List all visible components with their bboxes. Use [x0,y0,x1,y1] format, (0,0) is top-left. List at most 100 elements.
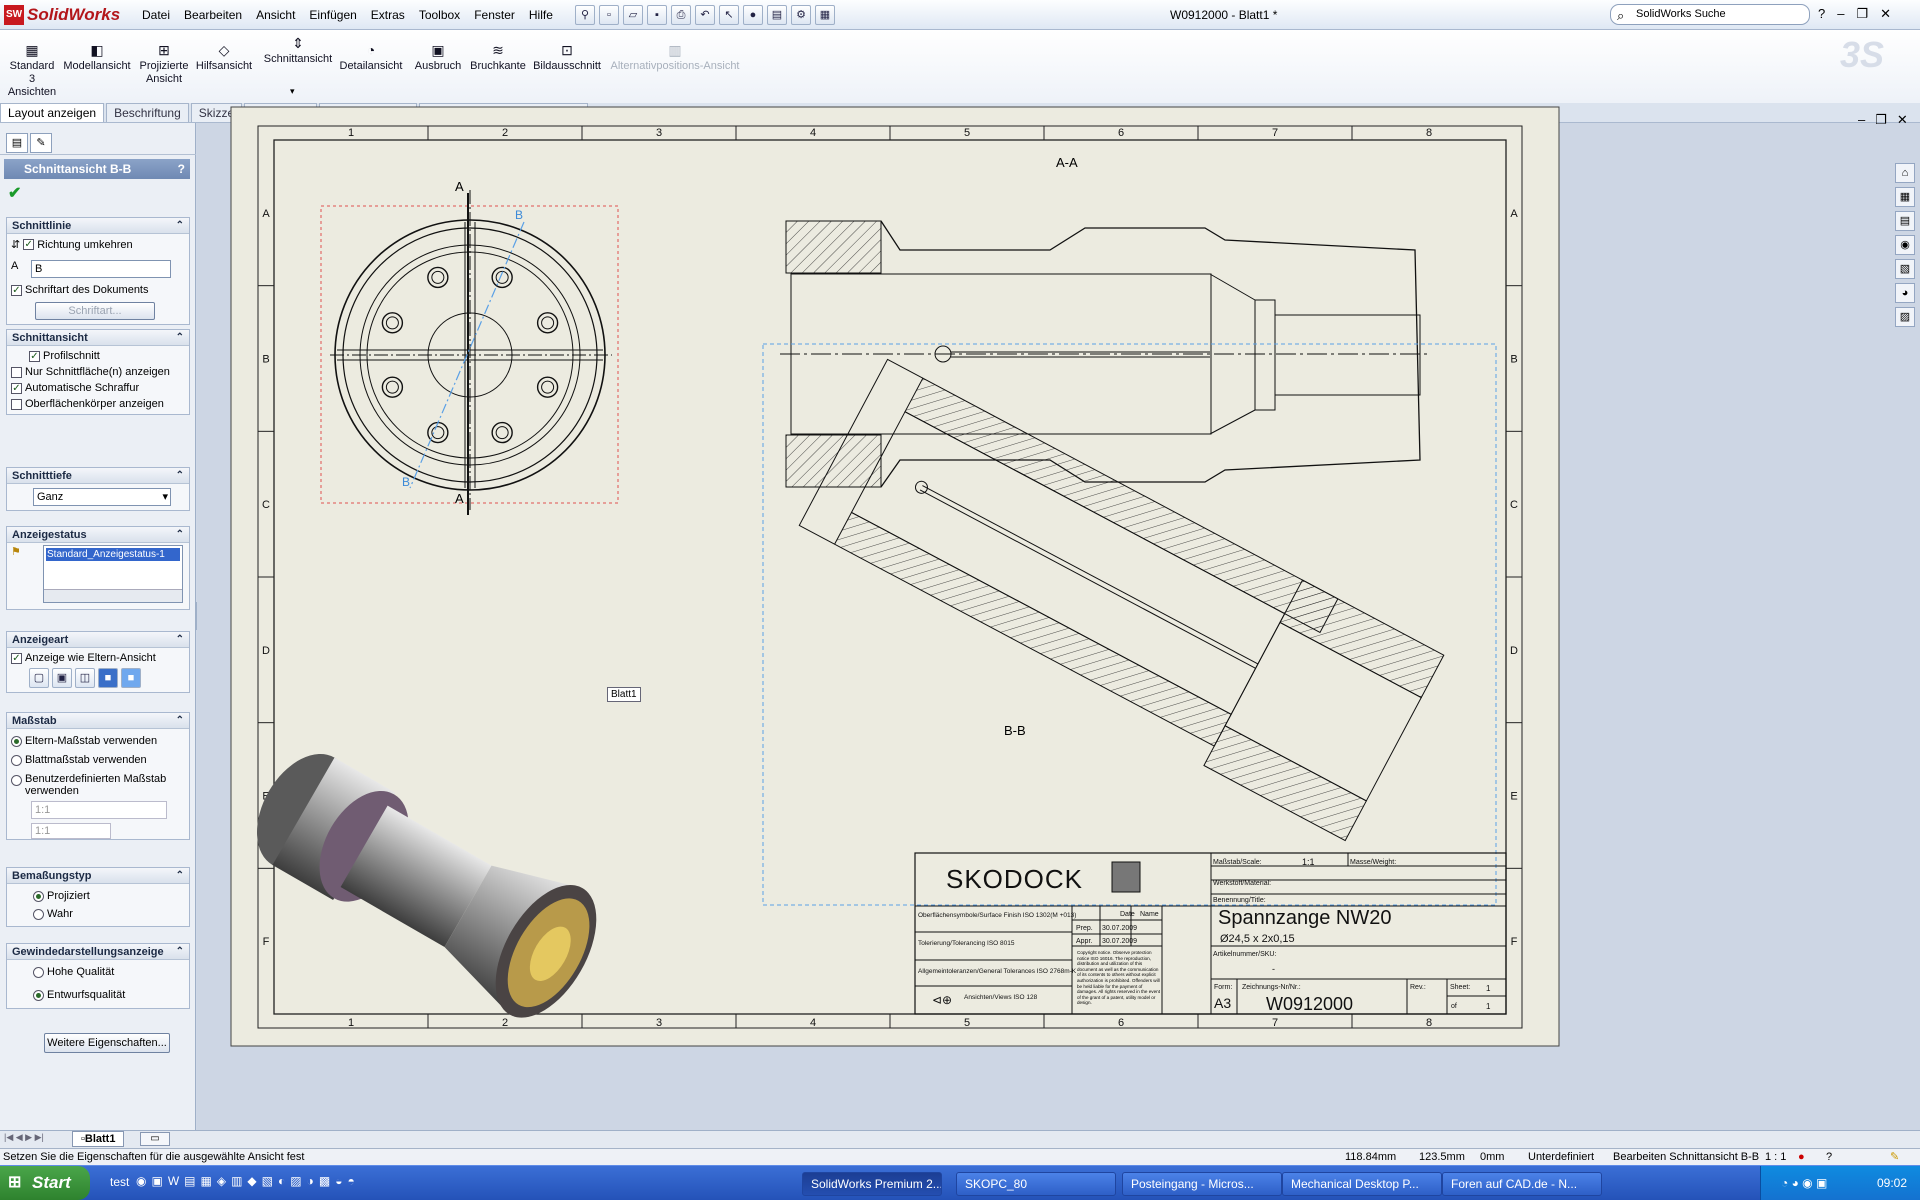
word-icon[interactable]: W [168,1174,179,1188]
drawno-label: Zeichnungs-Nr/Nr.: [1242,984,1301,991]
sku-label: Artikelnummer/SKU: [1213,951,1276,958]
add-sheet-icon[interactable]: ▭ [140,1132,170,1146]
taskbar-item-firefox[interactable]: Foren auf CAD.de - N... [1442,1172,1602,1196]
zone-label-col: 3 [656,127,662,139]
status-z: 0mm [1480,1151,1505,1163]
sheet-tooltip: Blatt1 [607,687,641,702]
zone-label-col: 4 [810,127,816,139]
form-value: A3 [1214,995,1231,1011]
taskbar-item-outlook[interactable]: Posteingang - Micros... [1122,1172,1282,1196]
zone-label-col: 8 [1426,1017,1432,1029]
zone-label-row: C [1510,499,1518,511]
drawing-number: W0912000 [1266,994,1353,1014]
app12-icon[interactable]: ◓ [347,1174,354,1188]
app5-icon[interactable]: ◆ [247,1174,256,1188]
rebuild-status-icon[interactable]: ● [1798,1149,1805,1165]
sheet-tabs-bar: |◀ ◀ ▶ ▶| [0,1130,1920,1148]
zone-label-col: 3 [656,1017,662,1029]
app11-icon[interactable]: ◒ [335,1174,342,1188]
firefox-icon[interactable]: ◉ [136,1174,146,1188]
status-x: 118.84mm [1345,1151,1397,1163]
zone-label-row: C [262,499,270,511]
of-value: 1 [1486,1002,1491,1011]
form-label: Form: [1214,984,1232,991]
pdf-icon[interactable]: ▤ [184,1174,195,1188]
zone-label-col: 2 [502,127,508,139]
app4-icon[interactable]: ▥ [231,1174,242,1188]
zone-label-row: E [1510,791,1517,803]
cut-label-a-top: A [455,179,464,194]
sheet-label: Sheet: [1450,984,1470,991]
sku-value: - [1272,964,1275,974]
scale-label: Maßstab/Scale: [1213,859,1262,866]
quick-launch-label[interactable]: test [110,1175,129,1189]
app-icon[interactable]: ▣ [151,1174,162,1188]
zone-label-col: 5 [964,1017,970,1029]
general-tolerances: Allgemeintoleranzen/General Tolerances I… [918,968,1077,975]
zone-label-row: B [262,354,269,366]
sheet-tab-blatt1[interactable]: ▫Blatt1 [72,1131,125,1147]
rev-label: Rev.: [1410,984,1426,991]
copyright-notice: Copyright notice. Observe protection not… [1077,950,1160,1005]
notification-icon[interactable]: ✎ [1890,1149,1899,1165]
status-bar: Setzen Sie die Eigenschaften für die aus… [0,1148,1920,1165]
zone-label-col: 4 [810,1017,816,1029]
tab-scroll-arrows-icon[interactable]: |◀ ◀ ▶ ▶| [4,1132,44,1143]
zone-label-row: D [262,645,270,657]
start-button[interactable]: ⊞ Start [0,1166,90,1200]
sheet-value: 1 [1486,984,1491,993]
zone-label-col: 8 [1426,127,1432,139]
surface-finish: Oberflächensymbole/Surface Finish ISO 13… [918,912,1076,919]
zone-label-col: 7 [1272,127,1278,139]
section-label-aa: A-A [1056,155,1078,170]
views-standard: Ansichten/Views ISO 128 [964,994,1038,1001]
zone-label-row: A [1510,208,1518,220]
cut-label-b2: B [402,475,410,489]
material-label: Werkstoff/Material: [1213,880,1271,887]
mass-label: Masse/Weight: [1350,859,1396,866]
title-label: Benennung/Title: [1213,897,1266,904]
zone-label-col: 6 [1118,127,1124,139]
app8-icon[interactable]: ▨ [290,1174,301,1188]
cut-label-a-bottom: A [455,491,464,506]
status-help-icon[interactable]: ? [1826,1149,1832,1165]
prep-date: 30.07.2009 [1102,925,1137,932]
taskbar-item-skopc[interactable]: SKOPC_80 [956,1172,1116,1196]
taskbar-item-mechanical-desktop[interactable]: Mechanical Desktop P... [1282,1172,1442,1196]
tolerancing: Tolerierung/Tolerancing ISO 8015 [918,940,1015,947]
system-tray: ◔ ◕ ◉ ▣ 09:02 [1760,1166,1920,1200]
drawing-title: Spannzange NW20 [1218,907,1391,929]
appr-date: 30.07.2009 [1102,938,1137,945]
name-column: Name [1140,911,1159,918]
clock: 09:02 [1877,1176,1908,1190]
status-hint: Setzen Sie die Eigenschaften für die aus… [3,1151,305,1163]
status-y: 123.5mm [1419,1151,1465,1163]
tray-icons[interactable]: ◔ ◕ ◉ ▣ [1781,1166,1827,1200]
app2-icon[interactable]: ▦ [201,1174,212,1188]
zone-label-col: 5 [964,127,970,139]
drawing-canvas: 1122334455667788A AB BC CD DE EF F A A B B A-A [230,106,1560,1047]
app9-icon[interactable]: ◑ [307,1174,314,1188]
company-logo-icon [1111,861,1141,893]
date-column: Date [1120,911,1135,918]
drawing-subtitle: Ø24,5 x 2x0,15 [1220,933,1295,945]
status-mode: Bearbeiten Schnittansicht B-B [1613,1151,1760,1163]
app7-icon[interactable]: ◐ [278,1174,285,1188]
zone-label-row: F [263,936,270,948]
app3-icon[interactable]: ◈ [217,1174,226,1188]
scale-value: 1:1 [1302,857,1315,867]
zone-label-col: 7 [1272,1017,1278,1029]
zone-label-row: B [1510,354,1517,366]
quick-launch-icons: ◉ ▣ W ▤ ▦ ◈ ▥ ◆ ▧ ◐ ▨ ◑ ▩ ◒ ◓ [136,1174,355,1188]
zone-label-col: 1 [348,127,354,139]
zone-label-row: A [262,208,270,220]
app6-icon[interactable]: ▧ [262,1174,273,1188]
prep-label: Prep. [1076,925,1093,932]
status-definition: Unterdefiniert [1528,1151,1595,1163]
zone-label-col: 2 [502,1017,508,1029]
windows-logo-icon: ⊞ [8,1174,22,1191]
of-label: of [1451,1003,1457,1010]
app10-icon[interactable]: ▩ [319,1174,330,1188]
zone-label-col: 1 [348,1017,354,1029]
taskbar-item-solidworks[interactable]: SolidWorks Premium 2... [802,1172,942,1196]
